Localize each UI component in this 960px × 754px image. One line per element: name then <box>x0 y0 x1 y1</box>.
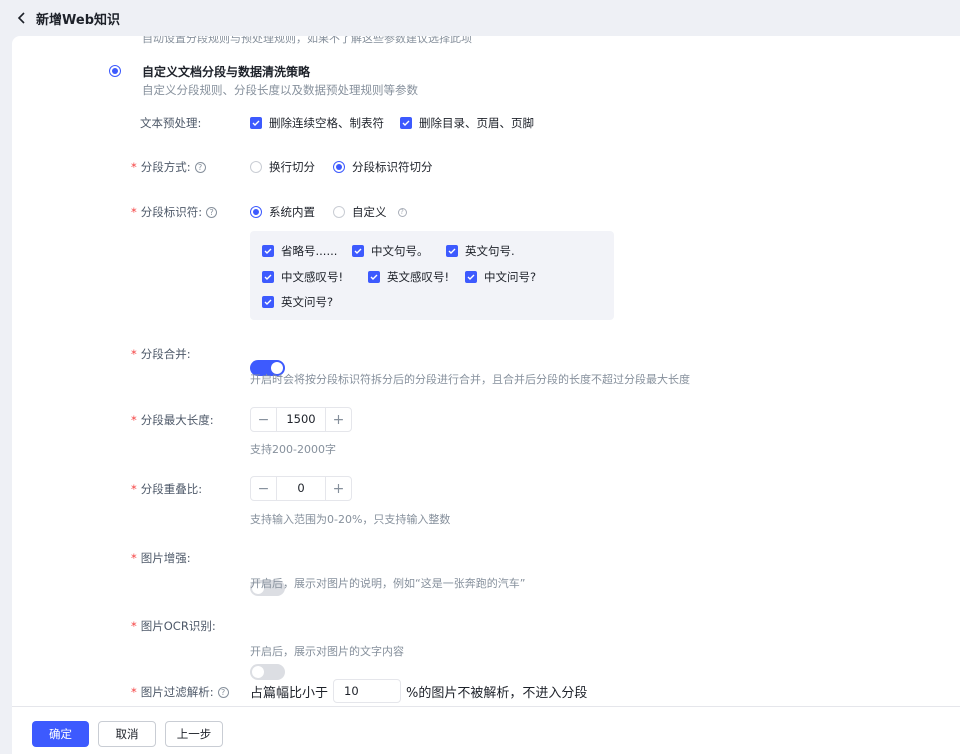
delimiter-custom-radio[interactable]: 自定义 ? <box>333 204 407 220</box>
checkbox-checked-icon <box>352 245 364 257</box>
max-length-stepper[interactable]: − 1500 + <box>250 407 352 432</box>
delimiter-item-en-exclaim[interactable]: 英文感叹号! <box>368 269 449 285</box>
max-length-label: * 分段最大长度: <box>131 413 214 427</box>
image-ocr-hint: 开启后，展示对图片的文字内容 <box>250 645 404 658</box>
split-method-option-label: 分段标识符切分 <box>352 160 433 174</box>
radio-unchecked-icon <box>333 206 345 218</box>
plus-icon[interactable]: + <box>326 477 351 500</box>
merge-label: * 分段合并: <box>131 347 191 361</box>
split-method-newline-radio[interactable]: 换行切分 <box>250 159 315 175</box>
max-length-value[interactable]: 1500 <box>276 408 326 431</box>
image-ocr-label-text: 图片OCR识别: <box>140 619 216 633</box>
checkbox-checked-icon <box>262 296 274 308</box>
minus-icon[interactable]: − <box>251 408 276 431</box>
form-card: 自动设置分段规则与预处理规则，如果不了解这些参数建议选择此项 自定义文档分段与数… <box>12 36 960 706</box>
help-icon[interactable]: ? <box>206 206 218 218</box>
preprocess-label: 文本预处理: <box>140 115 201 131</box>
checkbox-checked-icon <box>368 271 380 283</box>
overlap-hint: 支持输入范围为0-20%，只支持输入整数 <box>250 513 451 526</box>
checkbox-checked-icon <box>262 245 274 257</box>
delimiter-item-en-question[interactable]: 英文问号? <box>262 294 333 310</box>
radio-checked-icon <box>250 206 262 218</box>
toggle-knob <box>252 666 264 678</box>
image-enhance-label-text: 图片增强: <box>140 551 191 565</box>
overlap-label: * 分段重叠比: <box>131 482 203 496</box>
overlap-value[interactable]: 0 <box>276 477 326 500</box>
radio-checked-icon <box>333 161 345 173</box>
merge-hint: 开启时会将按分段标识符拆分后的分段进行合并，且合并后分段的长度不超过分段最大长度 <box>250 373 690 386</box>
prev-step-button[interactable]: 上一步 <box>165 721 223 747</box>
preprocess-option-headers[interactable]: 删除目录、页眉、页脚 <box>400 115 534 131</box>
overlap-label-text: 分段重叠比: <box>140 482 203 496</box>
preprocess-option-label: 删除目录、页眉、页脚 <box>419 116 534 130</box>
strategy-title: 自定义文档分段与数据清洗策略 <box>142 65 311 79</box>
overlap-stepper[interactable]: − 0 + <box>250 476 352 501</box>
help-icon[interactable]: ? <box>194 161 206 173</box>
checkbox-checked-icon <box>400 117 412 129</box>
delimiter-item-ellipsis[interactable]: 省略号...... <box>262 243 337 259</box>
delimiter-item-label: 省略号...... <box>281 244 338 258</box>
checkbox-checked-icon <box>250 117 262 129</box>
delimiter-label-text: 分段标识符: <box>140 205 203 219</box>
preprocess-option-spaces[interactable]: 删除连续空格、制表符 <box>250 115 384 131</box>
split-method-label: * 分段方式:? <box>131 159 206 175</box>
split-method-delimiter-radio[interactable]: 分段标识符切分 <box>333 159 433 175</box>
checkbox-checked-icon <box>465 271 477 283</box>
delimiter-option-label: 系统内置 <box>269 205 315 219</box>
delimiter-item-label: 英文问号? <box>281 295 334 309</box>
image-filter-label: * 图片过滤解析:? <box>131 684 229 700</box>
minus-icon[interactable]: − <box>251 477 276 500</box>
checkbox-checked-icon <box>262 271 274 283</box>
image-filter-input[interactable]: 10 <box>333 679 401 703</box>
merge-label-text: 分段合并: <box>140 347 191 361</box>
max-length-label-text: 分段最大长度: <box>140 413 214 427</box>
delimiter-item-cn-exclaim[interactable]: 中文感叹号! <box>262 269 343 285</box>
delimiter-item-en-period[interactable]: 英文句号. <box>446 243 515 259</box>
cut-off-description: 自动设置分段规则与预处理规则，如果不了解这些参数建议选择此项 <box>142 36 472 45</box>
page-title: 新增Web知识 <box>36 12 120 28</box>
back-arrow-icon[interactable] <box>14 10 30 26</box>
delimiter-item-label: 中文感叹号! <box>281 270 344 284</box>
image-filter-prefix: 占篇幅比小于 <box>250 686 329 701</box>
help-icon[interactable]: ? <box>397 207 407 217</box>
delimiter-label: * 分段标识符:? <box>131 204 218 220</box>
preprocess-option-label: 删除连续空格、制表符 <box>269 116 384 130</box>
strategy-description: 自定义分段规则、分段长度以及数据预处理规则等参数 <box>142 83 418 97</box>
image-enhance-label: * 图片增强: <box>131 551 191 565</box>
strategy-custom-radio[interactable] <box>109 65 121 77</box>
max-length-hint: 支持200-2000字 <box>250 443 336 456</box>
top-bar: 新增Web知识 <box>0 0 960 36</box>
checkbox-checked-icon <box>446 245 458 257</box>
image-enhance-hint: 开启后，展示对图片的说明，例如“这是一张奔跑的汽车” <box>250 577 526 590</box>
delimiter-item-cn-question[interactable]: 中文问号? <box>465 269 536 285</box>
footer-bar: 确定 取消 上一步 <box>12 706 960 754</box>
delimiter-item-label: 英文句号. <box>465 244 515 258</box>
delimiter-item-cn-period[interactable]: 中文句号。 <box>352 243 429 259</box>
split-method-option-label: 换行切分 <box>269 160 315 174</box>
delimiter-item-label: 中文问号? <box>484 270 537 284</box>
split-method-label-text: 分段方式: <box>140 160 191 174</box>
image-ocr-label: * 图片OCR识别: <box>131 619 216 633</box>
delimiter-item-label: 中文句号。 <box>371 244 429 258</box>
radio-unchecked-icon <box>250 161 262 173</box>
image-ocr-toggle[interactable] <box>250 664 285 680</box>
image-filter-label-text: 图片过滤解析: <box>140 685 214 699</box>
image-filter-suffix: %的图片不被解析，不进入分段 <box>406 686 588 701</box>
preprocess-label-text: 文本预处理: <box>140 116 202 130</box>
delimiter-builtin-radio[interactable]: 系统内置 <box>250 204 315 220</box>
cancel-button[interactable]: 取消 <box>98 721 156 747</box>
confirm-button[interactable]: 确定 <box>32 721 89 747</box>
plus-icon[interactable]: + <box>326 408 351 431</box>
delimiter-options-panel: 省略号...... 中文句号。 英文句号. 中文感叹号! 英文感叹号! 中文问号… <box>250 231 614 320</box>
delimiter-item-label: 英文感叹号! <box>387 270 450 284</box>
help-icon[interactable]: ? <box>217 686 229 698</box>
delimiter-option-label: 自定义 <box>352 205 387 219</box>
